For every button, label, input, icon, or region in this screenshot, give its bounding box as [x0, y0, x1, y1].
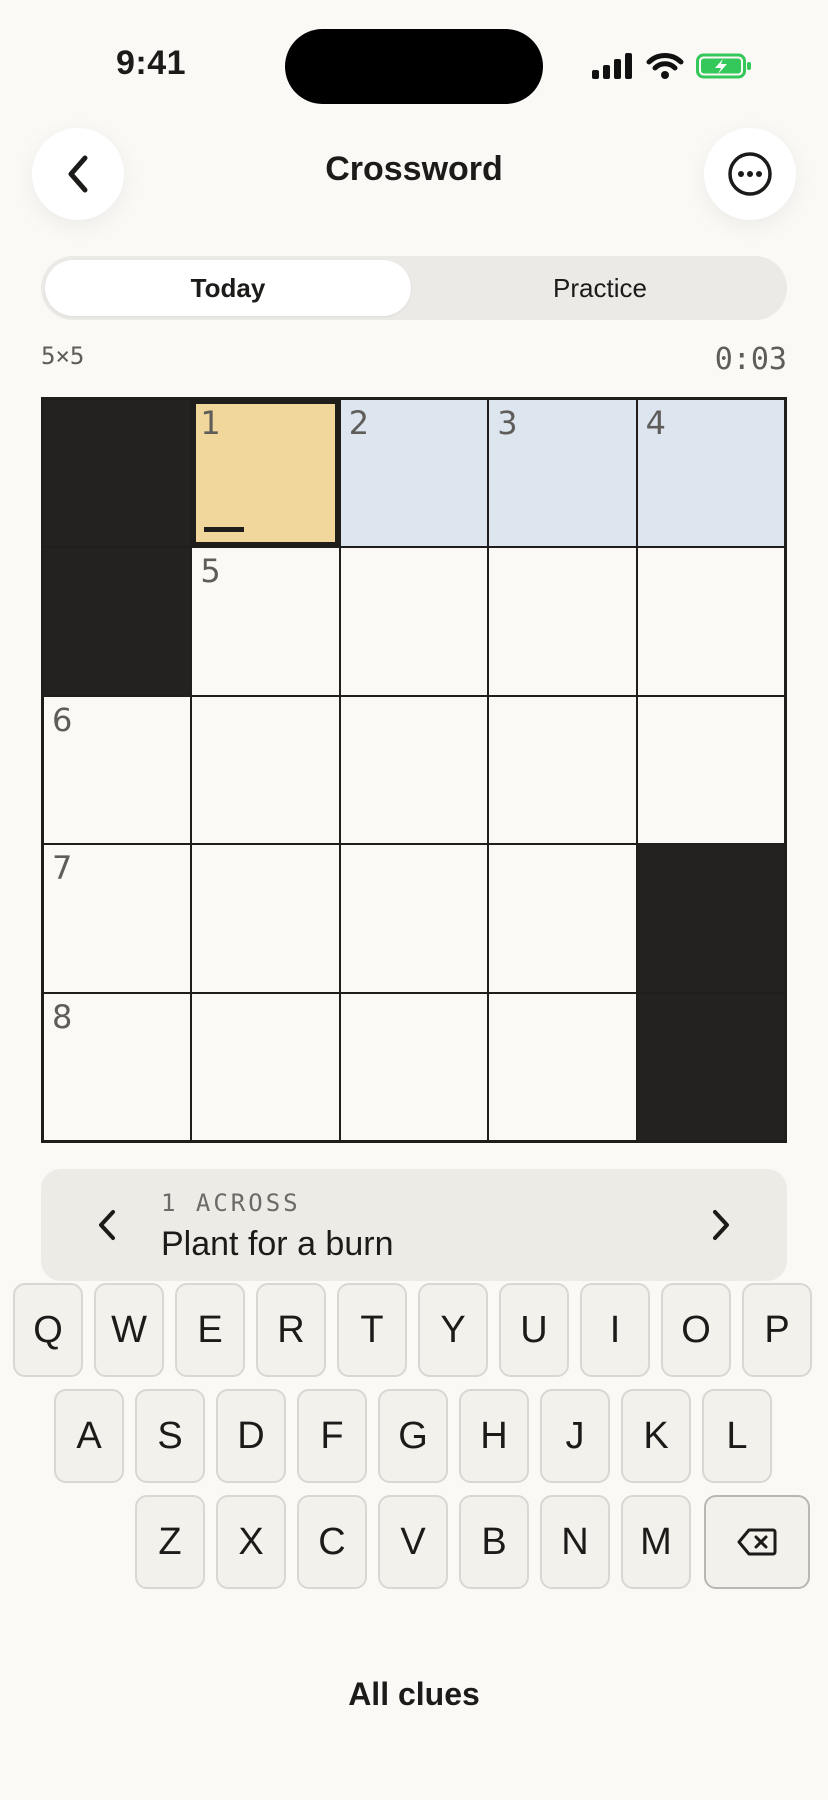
key-u[interactable]: U	[499, 1283, 569, 1377]
grid-cell-selected[interactable]: 1	[192, 400, 339, 547]
clue-number: 5	[200, 552, 221, 591]
grid-cell[interactable]	[637, 696, 784, 844]
all-clues-button[interactable]: All clues	[0, 1676, 828, 1713]
previous-clue-button[interactable]	[77, 1195, 137, 1255]
key-x[interactable]: X	[216, 1495, 286, 1589]
grid-cell[interactable]	[192, 696, 339, 844]
backspace-key[interactable]	[704, 1495, 810, 1589]
chevron-left-icon	[99, 1210, 115, 1240]
grid-cell[interactable]	[489, 548, 636, 695]
key-f[interactable]: F	[297, 1389, 367, 1483]
status-bar: 9:41	[0, 0, 828, 110]
grid-block	[637, 845, 784, 992]
grid-cell[interactable]: 7	[44, 845, 191, 992]
key-s[interactable]: S	[135, 1389, 205, 1483]
grid-size-label: 5×5	[41, 342, 85, 370]
cursor-caret	[204, 527, 245, 533]
more-options-button[interactable]	[704, 128, 796, 220]
grid-cell[interactable]: 2	[340, 400, 488, 547]
grid-cell[interactable]	[340, 548, 488, 695]
tab-today[interactable]: Today	[45, 260, 411, 316]
key-a[interactable]: A	[54, 1389, 124, 1483]
key-o[interactable]: O	[661, 1283, 731, 1377]
clue-text: Plant for a burn	[161, 1225, 394, 1263]
cellular-signal-icon	[592, 53, 632, 79]
grid-cell[interactable]: 8	[44, 993, 191, 1140]
key-b[interactable]: B	[459, 1495, 529, 1589]
key-q[interactable]: Q	[13, 1283, 83, 1377]
battery-charging-icon	[696, 53, 751, 79]
dynamic-island	[285, 29, 543, 104]
key-r[interactable]: R	[256, 1283, 326, 1377]
status-time: 9:41	[115, 44, 187, 82]
tab-practice[interactable]: Practice	[417, 260, 783, 316]
grid-cell[interactable]: 5	[192, 548, 339, 695]
clue-number: 3	[497, 404, 518, 442]
clue-number: 2	[348, 404, 370, 442]
grid-cell[interactable]: 4	[637, 400, 784, 547]
key-m[interactable]: M	[621, 1495, 691, 1589]
key-i[interactable]: I	[580, 1283, 650, 1377]
grid-cell[interactable]	[340, 993, 488, 1140]
next-clue-button[interactable]	[691, 1195, 751, 1255]
grid-cell[interactable]	[340, 696, 488, 844]
key-t[interactable]: T	[337, 1283, 407, 1377]
key-d[interactable]: D	[216, 1389, 286, 1483]
key-k[interactable]: K	[621, 1389, 691, 1483]
key-j[interactable]: J	[540, 1389, 610, 1483]
key-h[interactable]: H	[459, 1389, 529, 1483]
clue-number-label: 1 ACROSS	[161, 1189, 301, 1217]
grid-cell[interactable]	[489, 993, 636, 1140]
grid-block	[637, 993, 784, 1140]
key-g[interactable]: G	[378, 1389, 448, 1483]
key-c[interactable]: C	[297, 1495, 367, 1589]
mode-segmented-control: Today Practice	[41, 256, 787, 320]
key-n[interactable]: N	[540, 1495, 610, 1589]
more-horizontal-icon	[728, 152, 772, 196]
grid-cell[interactable]: 6	[44, 696, 191, 844]
grid-cell[interactable]	[192, 993, 339, 1140]
key-z[interactable]: Z	[135, 1495, 205, 1589]
key-e[interactable]: E	[175, 1283, 245, 1377]
grid-cell[interactable]	[340, 845, 488, 992]
chevron-right-icon	[713, 1210, 729, 1240]
grid-cell[interactable]	[489, 696, 636, 844]
status-icons	[592, 52, 752, 80]
grid-cell[interactable]: 3	[489, 400, 636, 547]
key-y[interactable]: Y	[418, 1283, 488, 1377]
clue-number: 4	[645, 404, 666, 442]
clue-bar: 1 ACROSS Plant for a burn	[41, 1169, 787, 1281]
key-p[interactable]: P	[742, 1283, 812, 1377]
key-w[interactable]: W	[94, 1283, 164, 1377]
grid-cell[interactable]	[192, 845, 339, 992]
key-l[interactable]: L	[702, 1389, 772, 1483]
grid-block	[44, 548, 191, 695]
grid-cell[interactable]	[637, 548, 784, 695]
clue-number: 1	[200, 404, 221, 442]
clue-number: 7	[52, 849, 73, 888]
grid-block	[44, 400, 191, 547]
clue-number: 6	[52, 700, 73, 739]
clue-number: 8	[52, 997, 73, 1036]
key-v[interactable]: V	[378, 1495, 448, 1589]
puzzle-timer: 0:03	[714, 342, 787, 377]
backspace-icon	[737, 1528, 777, 1556]
wifi-icon	[646, 53, 684, 79]
crossword-grid: 1 2 3 4 5 6 7 8	[41, 397, 787, 1143]
grid-cell[interactable]	[489, 845, 636, 992]
